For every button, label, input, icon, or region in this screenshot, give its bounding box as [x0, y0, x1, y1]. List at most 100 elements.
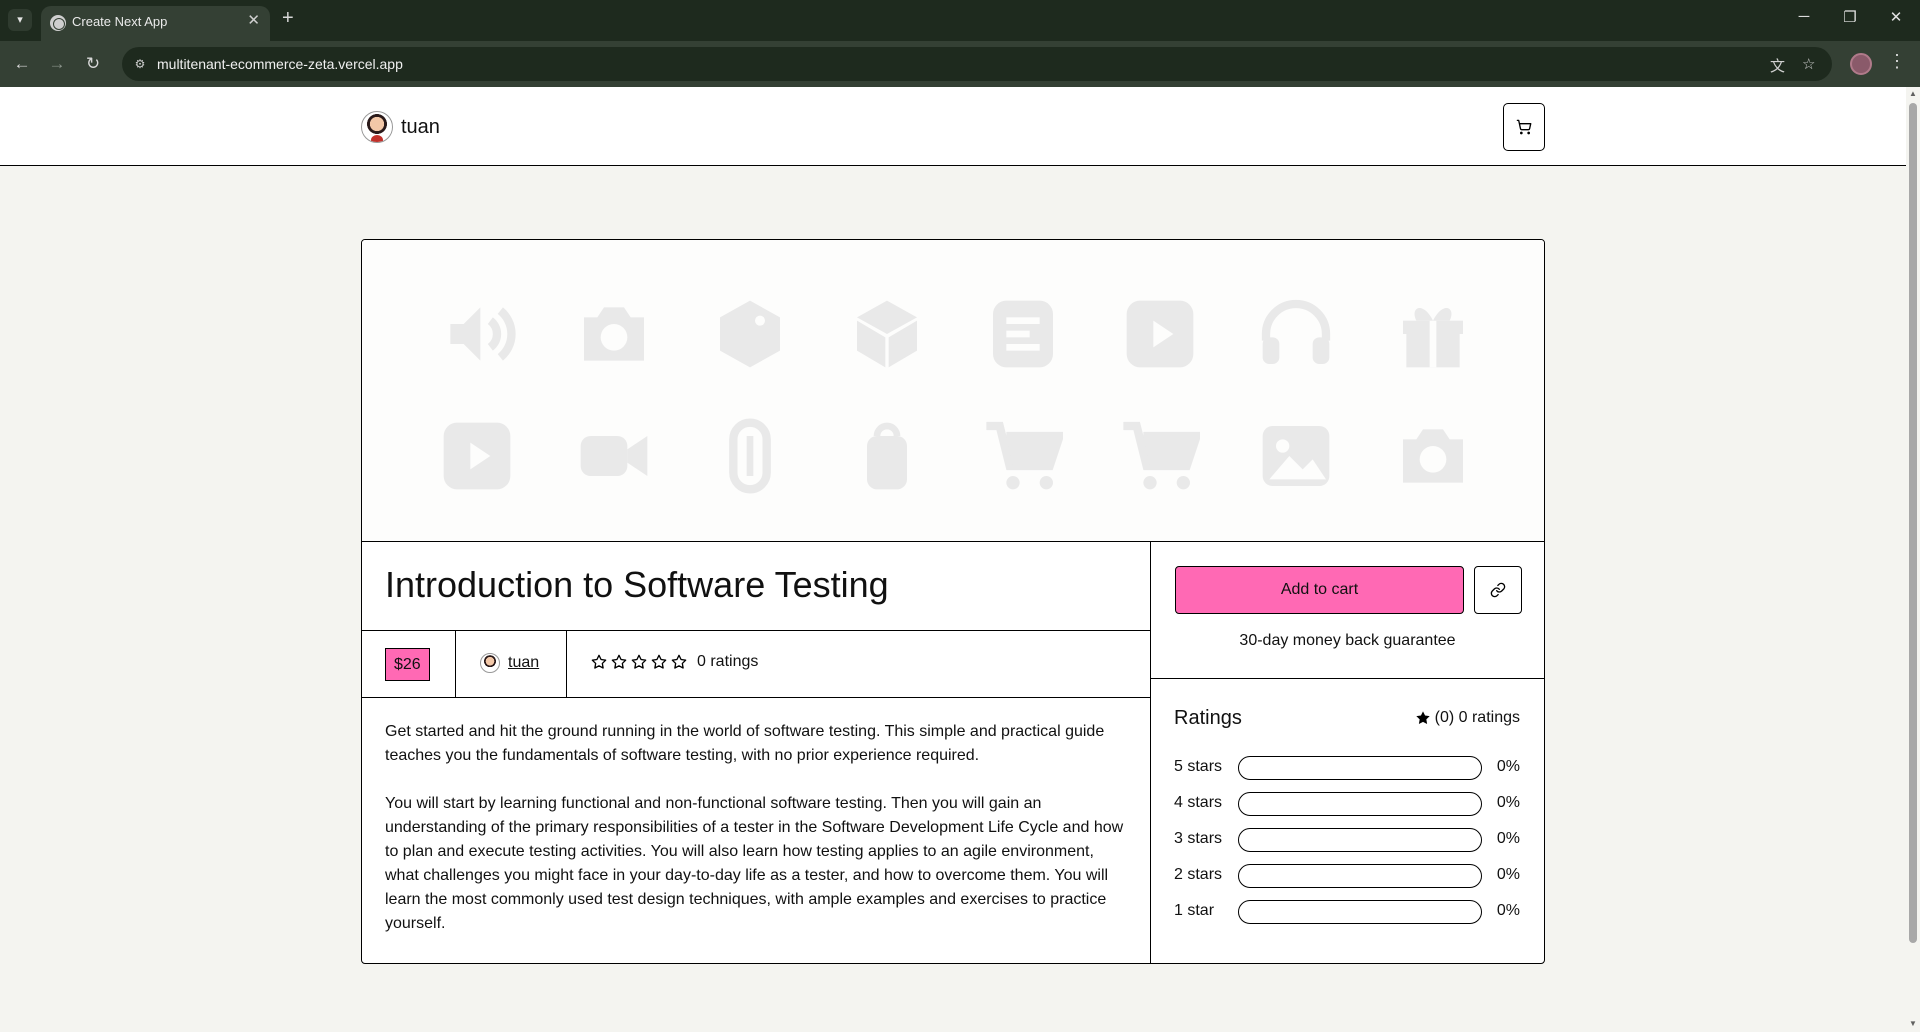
play-icon	[437, 416, 517, 496]
pattern-fragment	[1393, 240, 1473, 250]
camera-icon	[1393, 416, 1473, 496]
tab-search-button[interactable]: ▾	[8, 9, 32, 31]
rating-percent: 0%	[1496, 866, 1520, 883]
pattern-fragment	[1256, 530, 1336, 541]
video-icon	[574, 416, 654, 496]
rating-row: 2 stars 0%	[1174, 864, 1520, 888]
rating-progress-bar	[1238, 864, 1482, 888]
author-name: tuan	[508, 654, 540, 671]
minimize-button[interactable]: ─	[1789, 8, 1819, 25]
tab-title: Create Next App	[72, 14, 168, 29]
brand-name: tuan	[401, 115, 440, 138]
pattern-fragment	[983, 530, 1063, 541]
rating-label: 3 stars	[1174, 830, 1223, 847]
scroll-down-icon[interactable]: ▼	[1909, 1019, 1917, 1028]
pattern-fragment	[574, 530, 654, 541]
product-info: Introduction to Software Testing $26 tua…	[362, 542, 1151, 963]
rating-row: 1 star 0%	[1174, 900, 1520, 924]
author-avatar	[480, 653, 500, 673]
star-outline-icon	[611, 654, 627, 669]
address-bar[interactable]: ⚙ multitenant-ecommerce-zeta.vercel.app …	[122, 47, 1832, 81]
price-cell: $26	[362, 631, 456, 697]
rating-row: 4 stars 0%	[1174, 792, 1520, 816]
pattern-fragment	[710, 240, 790, 250]
headphones-icon	[1256, 294, 1336, 374]
restore-button[interactable]: ❐	[1835, 8, 1865, 26]
box-icon	[847, 294, 927, 374]
ratings-count: 0 ratings	[697, 653, 759, 670]
link-icon	[1490, 582, 1506, 598]
close-tab-icon[interactable]: ✕	[247, 11, 260, 29]
browser-tab-strip: ▾ Create Next App ✕ + ─ ❐ ✕	[0, 0, 1920, 41]
pattern-fragment	[847, 240, 927, 250]
gift-icon	[1393, 294, 1473, 374]
rating-row: 3 stars 0%	[1174, 828, 1520, 852]
pattern-fragment	[710, 530, 790, 541]
pattern-fragment	[574, 240, 654, 250]
rating-progress-bar	[1238, 756, 1482, 780]
close-window-button[interactable]: ✕	[1881, 8, 1911, 26]
pattern-fragment	[1256, 240, 1336, 250]
product-title: Introduction to Software Testing	[385, 564, 889, 605]
tag-icon	[710, 294, 790, 374]
add-to-cart-button[interactable]: Add to cart	[1175, 566, 1464, 614]
globe-icon	[50, 15, 66, 31]
pattern-fragment	[1393, 530, 1473, 541]
translate-icon[interactable]: 文	[1770, 55, 1785, 76]
product-image-placeholder	[362, 240, 1544, 542]
rating-label: 5 stars	[1174, 758, 1223, 775]
pattern-fragment	[983, 240, 1063, 250]
description-paragraph: Get started and hit the ground running i…	[385, 723, 1105, 764]
star-rating: 0 ratings	[591, 653, 758, 671]
image-icon	[1256, 416, 1336, 496]
browser-menu-icon[interactable]: ⋮	[1888, 51, 1906, 72]
cart-icon	[983, 416, 1066, 496]
site-info-icon[interactable]: ⚙	[132, 56, 148, 72]
cart-button[interactable]	[1503, 103, 1545, 151]
star-outline-icon	[631, 654, 647, 669]
scroll-up-icon[interactable]: ▲	[1909, 89, 1917, 98]
forward-button[interactable]: →	[43, 50, 71, 78]
play-icon	[1120, 294, 1200, 374]
copy-link-button[interactable]	[1474, 566, 1522, 614]
back-button[interactable]: ←	[8, 50, 36, 78]
star-outline-icon	[671, 654, 687, 669]
guarantee-text: 30-day money back guarantee	[1239, 632, 1456, 649]
brand-link[interactable]: tuan	[361, 111, 440, 143]
profile-avatar[interactable]	[1850, 53, 1872, 75]
rating-percent: 0%	[1496, 794, 1520, 811]
rating-label: 2 stars	[1174, 866, 1223, 883]
document-icon	[983, 294, 1063, 374]
star-outline-icon	[591, 654, 607, 669]
pattern-fragment	[437, 240, 517, 250]
rating-percent: 0%	[1496, 902, 1520, 919]
reload-button[interactable]: ↻	[79, 50, 107, 78]
new-tab-button[interactable]: +	[282, 7, 294, 30]
product-meta-row: $26 tuan 0 ratings	[362, 631, 1151, 698]
author-link[interactable]: tuan	[480, 653, 539, 673]
purchase-panel: Add to cart 30-day money back guarantee …	[1151, 542, 1544, 963]
bookmark-star-icon[interactable]: ☆	[1802, 55, 1815, 73]
ratings-heading: Ratings	[1174, 707, 1242, 729]
rating-label: 1 star	[1174, 902, 1215, 919]
camera-icon	[574, 294, 654, 374]
ratings-panel: Ratings (0) 0 ratings 5 stars 0% 4 stars 0%…	[1151, 679, 1544, 963]
price-badge: $26	[385, 648, 430, 681]
rating-label: 4 stars	[1174, 794, 1223, 811]
browser-tab[interactable]: Create Next App ✕	[41, 6, 270, 41]
rating-row: 5 stars 0%	[1174, 756, 1520, 780]
url-text: multitenant-ecommerce-zeta.vercel.app	[157, 56, 403, 72]
pattern-fragment	[847, 530, 927, 541]
scroll-thumb[interactable]	[1909, 103, 1917, 943]
page-scrollbar[interactable]: ▲ ▼	[1906, 87, 1920, 1032]
ratings-summary-text: (0) 0 ratings	[1434, 709, 1520, 726]
page-viewport: tuan Introduction to Software Testing $2…	[0, 87, 1906, 1032]
site-header: tuan	[0, 87, 1906, 166]
ratings-summary: (0) 0 ratings	[1415, 709, 1520, 727]
pattern-fragment	[1120, 240, 1200, 250]
bag-icon	[847, 416, 927, 496]
pattern-fragment	[1120, 530, 1200, 541]
rating-cell: 0 ratings	[567, 631, 1151, 697]
rating-progress-bar	[1238, 900, 1482, 924]
browser-toolbar: ← → ↻ ⚙ multitenant-ecommerce-zeta.verce…	[0, 41, 1920, 87]
